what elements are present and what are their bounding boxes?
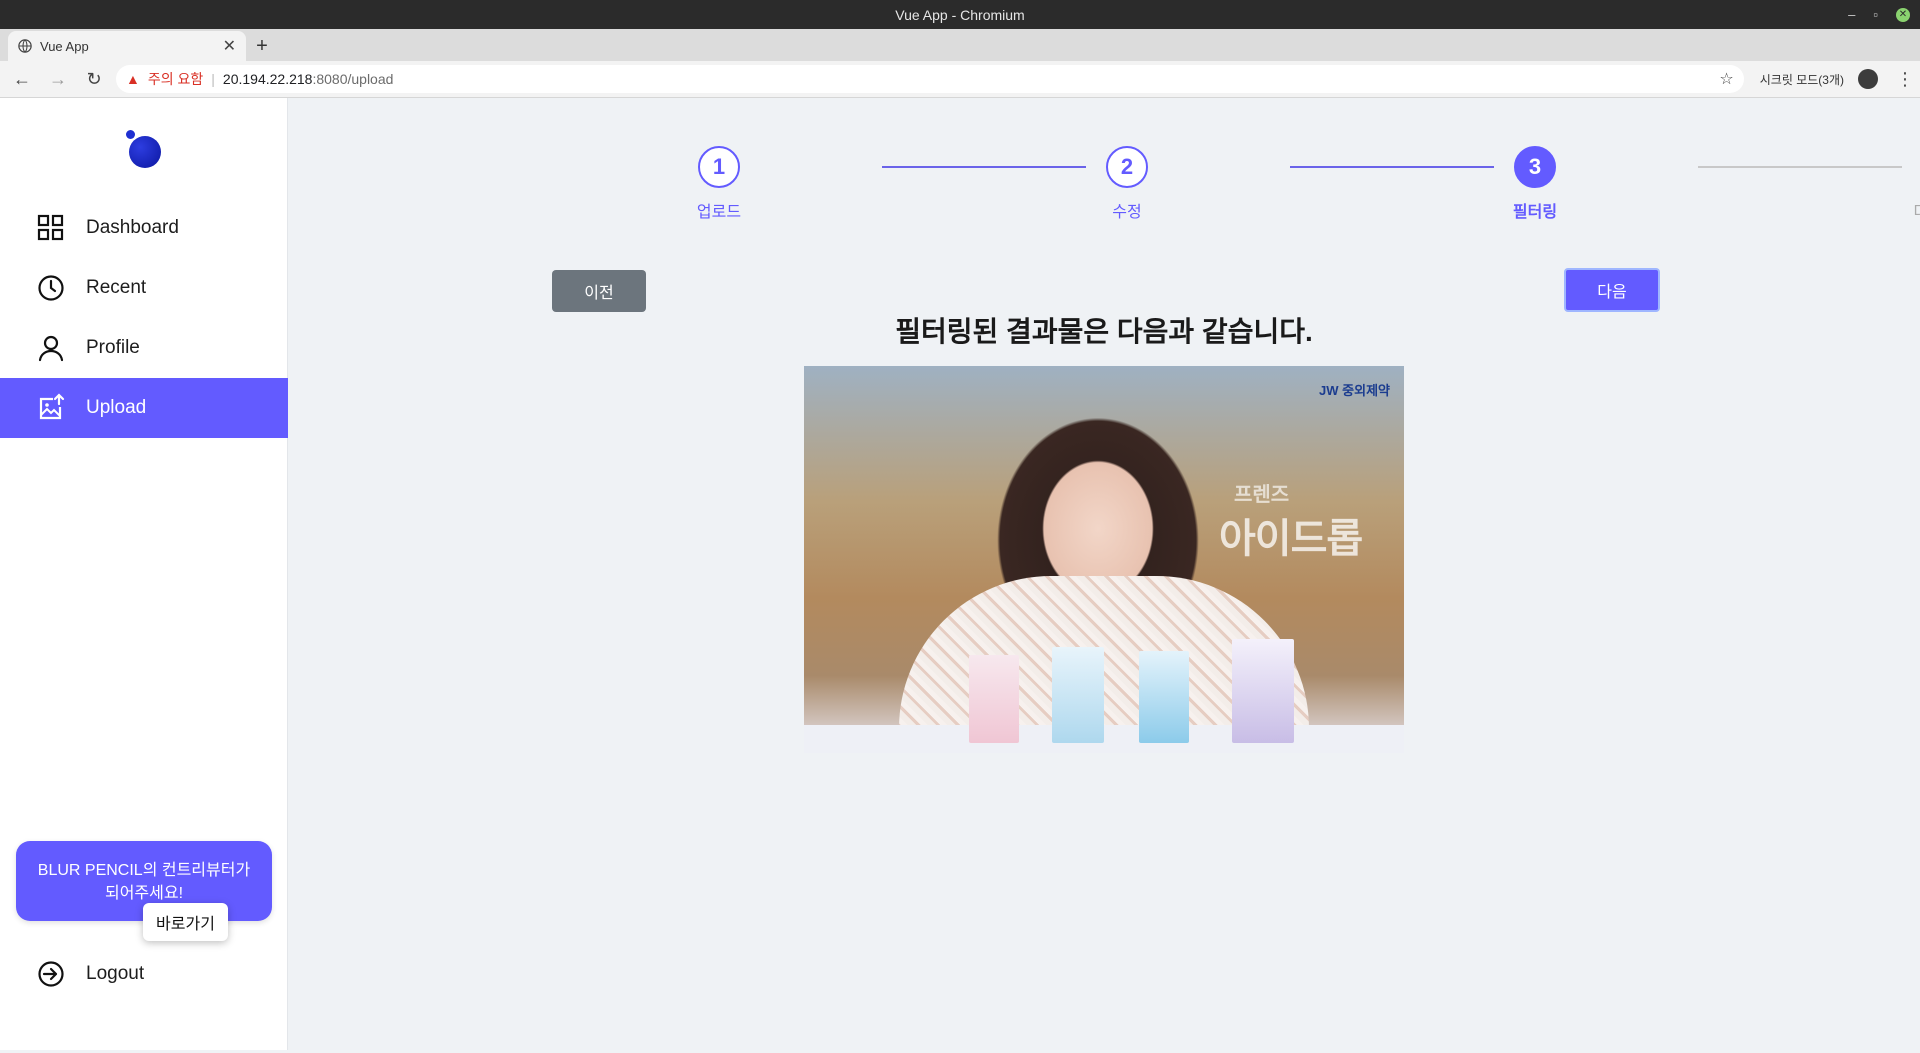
image-ad-subtext: 프렌즈: [1234, 484, 1290, 506]
result-title: 필터링된 결과물은 다음과 같습니다.: [895, 316, 1313, 347]
main-content: 1 업로드 2 수정 3 필터링 4 다운로드 이전 다음 필터링된 결과물은 …: [288, 98, 1920, 1050]
sidebar-item-profile[interactable]: Profile: [0, 318, 288, 378]
sidebar-item-label: Upload: [86, 397, 147, 418]
step-connector: [1290, 166, 1494, 168]
tab-strip: Vue App ✕ +: [0, 29, 1920, 61]
forward-icon[interactable]: →: [44, 65, 72, 93]
product-box: [1052, 647, 1104, 743]
sidebar-item-upload[interactable]: Upload: [0, 378, 288, 438]
logout-label: Logout: [86, 963, 145, 984]
globe-icon: [18, 39, 32, 53]
progress-stepper: 1 업로드 2 수정 3 필터링 4 다운로드: [288, 146, 1920, 221]
app-logo[interactable]: [126, 130, 162, 168]
minimize-icon[interactable]: –: [1848, 7, 1855, 22]
step-connector: [1698, 166, 1902, 168]
step-number: 2: [1106, 146, 1148, 188]
step-download[interactable]: 4 다운로드: [1883, 146, 1920, 222]
next-button[interactable]: 다음: [1564, 268, 1660, 312]
warning-icon: ▲: [126, 71, 140, 87]
image-ad-text: 아이드롭: [1219, 517, 1363, 561]
window-title: Vue App - Chromium: [895, 6, 1025, 23]
sidebar: Dashboard Recent Profile Upload BLUR PEN…: [0, 98, 288, 1050]
step-label: 수정: [1112, 204, 1142, 221]
step-label: 필터링: [1512, 204, 1558, 221]
back-icon[interactable]: ←: [8, 65, 36, 93]
step-edit[interactable]: 2 수정: [1067, 146, 1187, 222]
promo-text-line2: 되어주세요!: [104, 885, 184, 902]
step-label: 다운로드: [1883, 198, 1920, 222]
tab-title: Vue App: [40, 38, 89, 54]
app-root: Dashboard Recent Profile Upload BLUR PEN…: [0, 98, 1920, 1050]
incognito-label[interactable]: 시크릿 모드(3개): [1760, 71, 1844, 88]
restore-icon[interactable]: ▫: [1873, 7, 1878, 22]
step-number: 3: [1514, 146, 1556, 188]
step-label: 업로드: [696, 204, 742, 221]
image-upload-icon: [39, 393, 65, 420]
url-host: 20.194.22.218: [222, 71, 313, 87]
browser-tab[interactable]: Vue App ✕: [8, 31, 246, 61]
promo-goto-button[interactable]: 바로가기: [143, 903, 228, 941]
step-number: 1: [698, 146, 740, 188]
url-path: :8080/upload: [312, 71, 394, 87]
address-bar[interactable]: ▲ 주의 요함 | 20.194.22.218 :8080/upload ☆: [116, 65, 1744, 93]
sidebar-item-label: Recent: [86, 277, 147, 298]
image-table: [804, 725, 1404, 753]
sidebar-item-label: Dashboard: [86, 217, 179, 238]
product-box: [1232, 639, 1294, 743]
window-titlebar: Vue App - Chromium – ▫ ✕: [0, 0, 1920, 29]
browser-toolbar: ← → ↻ ▲ 주의 요함 | 20.194.22.218 :8080/uplo…: [0, 61, 1920, 98]
grid-icon: [37, 214, 64, 241]
sidebar-item-label: Profile: [86, 337, 140, 358]
image-brand-logo: JW 중외제약: [1319, 383, 1390, 398]
reload-icon[interactable]: ↻: [80, 65, 108, 93]
bookmark-star-icon[interactable]: ☆: [1719, 69, 1733, 89]
step-filtering[interactable]: 3 필터링: [1475, 146, 1595, 222]
sidebar-item-recent[interactable]: Recent: [0, 258, 288, 318]
logout-icon: [38, 961, 64, 987]
window-controls: – ▫ ✕: [1848, 0, 1910, 29]
product-box: [969, 655, 1019, 743]
tab-close-icon[interactable]: ✕: [223, 36, 236, 56]
promo-text-line1: BLUR PENCIL의 컨트리뷰터가: [37, 862, 251, 879]
step-upload[interactable]: 1 업로드: [659, 146, 779, 222]
window-close-icon[interactable]: ✕: [1896, 7, 1910, 22]
new-tab-icon[interactable]: +: [246, 31, 278, 61]
sidebar-nav: Dashboard Recent Profile Upload: [0, 198, 288, 438]
clock-icon: [38, 275, 64, 301]
user-icon: [38, 335, 64, 362]
prev-button[interactable]: 이전: [552, 270, 646, 312]
step-connector: [882, 166, 1086, 168]
filtered-result-image: 프렌즈 아이드롭 JW 중외제약: [804, 366, 1404, 753]
security-warning[interactable]: 주의 요함: [148, 69, 203, 89]
logout-button[interactable]: Logout: [36, 959, 144, 989]
incognito-icon[interactable]: [1858, 69, 1878, 89]
sidebar-item-dashboard[interactable]: Dashboard: [0, 198, 288, 258]
menu-dots-icon[interactable]: ⋮: [1896, 69, 1914, 90]
product-box: [1139, 651, 1189, 743]
separator: |: [211, 71, 215, 87]
